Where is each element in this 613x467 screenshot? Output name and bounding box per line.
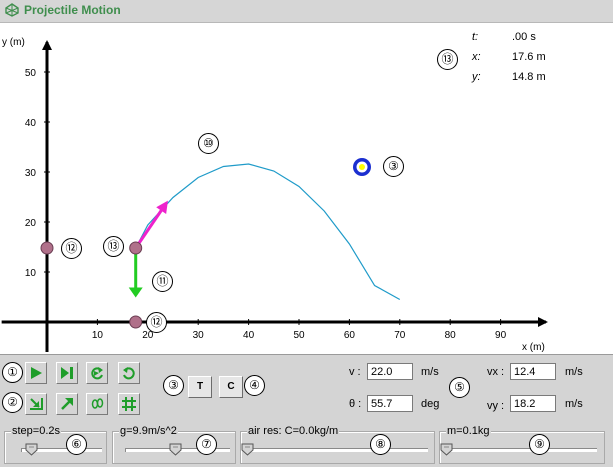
position-readout: t: .00 s x: 17.6 m y: 14.8 m xyxy=(440,31,605,91)
x-tick-label: 40 xyxy=(243,330,255,341)
readout-marker: ⑬ xyxy=(437,49,458,70)
play-button[interactable] xyxy=(25,362,47,384)
vy-input[interactable] xyxy=(510,395,556,412)
step-slider-thumb[interactable] xyxy=(25,443,38,456)
y-tick-label: 30 xyxy=(25,168,37,179)
projectile-ball xyxy=(129,241,143,255)
velocity-vector-arrowhead xyxy=(156,200,168,214)
readout-x-value: 17.6 m xyxy=(512,51,546,63)
air-resistance-slider-group: air res: C=0.0kg/m xyxy=(240,425,435,464)
y-axis-label: y (m) xyxy=(2,37,25,48)
readout-y-value: 14.8 m xyxy=(512,71,546,83)
speed-input[interactable] xyxy=(367,363,413,380)
vector-toggle-button[interactable] xyxy=(56,393,78,415)
grid-icon xyxy=(122,397,136,411)
step-marker: ⑥ xyxy=(66,434,87,455)
trail-toggle-button[interactable] xyxy=(86,393,108,415)
speed-label: v : xyxy=(349,366,361,378)
play-icon xyxy=(31,367,42,379)
trajectory-line xyxy=(135,163,401,301)
gravity-slider-label: g=9.9m/s^2 xyxy=(119,425,178,437)
trace-marker: ③ xyxy=(163,375,184,396)
clear-marker: ④ xyxy=(244,375,265,396)
readout-time-label: t: xyxy=(472,31,479,43)
grid-toggle-button[interactable] xyxy=(118,393,140,415)
vy-label: vy : xyxy=(487,400,505,412)
trace-toggle-button[interactable]: T xyxy=(188,376,212,398)
angle-input[interactable] xyxy=(367,395,413,412)
readout-x-row: x: 17.6 m xyxy=(472,51,592,65)
projectile-marker: ⑬ xyxy=(103,236,124,257)
y-axis-position-ball xyxy=(40,241,54,255)
playback-marker: ① xyxy=(2,362,23,383)
x-tick-label: 50 xyxy=(293,330,305,341)
y-tick-label: 20 xyxy=(25,218,37,229)
speed-unit: m/s xyxy=(421,366,439,378)
gravity-vector-marker: ⑪ xyxy=(152,271,173,292)
reset-button[interactable] xyxy=(86,362,108,384)
readout-y-label: y: xyxy=(472,71,481,83)
reset-icon xyxy=(91,367,103,380)
x-tick-label: 80 xyxy=(445,330,457,341)
undo-button[interactable] xyxy=(118,362,140,384)
readout-x-label: x: xyxy=(472,51,481,63)
footprints-icon xyxy=(91,398,104,409)
control-panel: ① ② ③ T C ④ v : m/s θ : deg ⑤ vx : m/s v… xyxy=(0,355,613,467)
x-tick-label: 30 xyxy=(193,330,205,341)
step-slider-group: step=0.2s xyxy=(4,425,107,464)
arrow-icon xyxy=(61,398,73,410)
undo-icon xyxy=(123,367,135,380)
air-resistance-slider-thumb[interactable] xyxy=(241,443,254,456)
step-forward-button[interactable] xyxy=(56,362,78,384)
velocity-vector-line xyxy=(134,205,166,249)
step-slider-label: step=0.2s xyxy=(11,425,62,437)
gravity-vector-arrowhead xyxy=(128,287,143,298)
mass-slider-thumb[interactable] xyxy=(440,443,453,456)
y-axis-position-marker: ⑫ xyxy=(61,238,82,259)
mass-slider-track[interactable] xyxy=(446,448,597,452)
vx-input[interactable] xyxy=(510,363,556,380)
vy-unit: m/s xyxy=(565,398,583,410)
y-tick-label: 10 xyxy=(25,268,37,279)
readout-y-row: y: 14.8 m xyxy=(472,71,592,85)
zoom-button[interactable] xyxy=(25,393,47,415)
app-logo-icon xyxy=(5,3,19,17)
clear-button[interactable]: C xyxy=(219,376,243,398)
velocity-vector-marker: ⑩ xyxy=(198,133,219,154)
target-center xyxy=(359,164,365,170)
x-axis-label: x (m) xyxy=(522,342,545,353)
gravity-slider-group: g=9.9m/s^2 xyxy=(112,425,236,464)
y-tick-label: 50 xyxy=(25,68,37,79)
x-tick-label: 60 xyxy=(344,330,356,341)
air-resistance-slider-track[interactable] xyxy=(247,448,428,452)
air-resistance-slider-label: air res: C=0.0kg/m xyxy=(247,425,340,437)
vx-unit: m/s xyxy=(565,366,583,378)
x-tick-label: 10 xyxy=(92,330,104,341)
y-tick-label: 40 xyxy=(25,118,37,129)
x-tick-label: 70 xyxy=(394,330,406,341)
mass-marker: ⑨ xyxy=(529,434,550,455)
plot-area[interactable]: 10 20 30 40 50 60 70 80 90 10 20 30 40 50 y (m) x (m)… xyxy=(0,23,613,355)
angle-unit: deg xyxy=(421,398,440,410)
gravity-slider-thumb[interactable] xyxy=(169,443,182,456)
x-tick-label: 90 xyxy=(495,330,507,341)
mass-slider-group: m=0.1kg xyxy=(439,425,605,464)
vx-label: vx : xyxy=(487,366,505,378)
step-forward-icon xyxy=(61,367,73,379)
title-bar: Projectile Motion xyxy=(0,0,613,23)
x-axis-position-marker: ⑫ xyxy=(146,312,167,333)
gravity-marker: ⑦ xyxy=(196,434,217,455)
target-marker: ③ xyxy=(383,156,404,177)
angle-label: θ : xyxy=(349,398,362,410)
readout-time-value: .00 s xyxy=(512,31,536,43)
app-title: Projectile Motion xyxy=(24,3,121,17)
tools-marker: ② xyxy=(2,392,23,413)
zoom-icon xyxy=(30,398,43,410)
inputs-marker: ⑤ xyxy=(449,377,470,398)
air-resistance-marker: ⑧ xyxy=(370,434,391,455)
mass-slider-label: m=0.1kg xyxy=(446,425,491,437)
readout-time-row: t: .00 s xyxy=(472,31,592,45)
x-axis-position-ball xyxy=(129,315,143,329)
